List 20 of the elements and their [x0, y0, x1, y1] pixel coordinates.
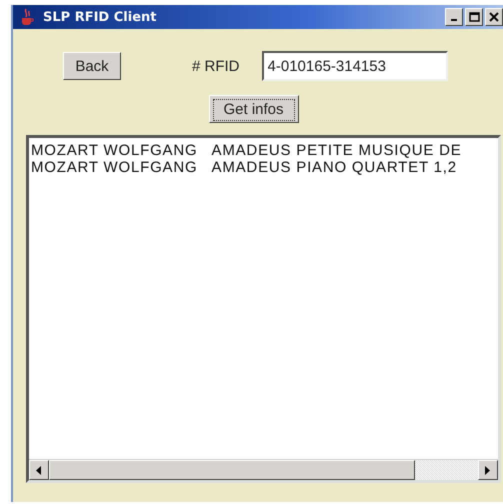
minimize-button[interactable] [445, 8, 463, 26]
rfid-field[interactable]: 4-010165-314153 [262, 51, 448, 81]
scroll-left-button[interactable] [29, 460, 49, 480]
maximize-icon [468, 12, 480, 22]
result-item[interactable]: MOZART WOLFGANG AMADEUS PIANO QUARTET 1,2 [31, 159, 498, 176]
coffee-cup-icon [19, 8, 35, 26]
left-arrow-icon [36, 466, 42, 474]
scroll-thumb[interactable] [49, 460, 415, 480]
back-button[interactable]: Back [63, 52, 121, 80]
right-arrow-icon [485, 466, 491, 474]
get-infos-button[interactable]: Get infos [208, 95, 298, 123]
result-item[interactable]: MOZART WOLFGANG AMADEUS PETITE MUSIQUE DE [31, 142, 498, 159]
rfid-label: # RFID [192, 58, 240, 74]
close-icon [489, 12, 499, 22]
scroll-right-button[interactable] [478, 460, 498, 480]
minimize-icon [451, 19, 457, 21]
horizontal-scrollbar[interactable] [29, 459, 498, 480]
maximize-button[interactable] [465, 8, 483, 26]
close-button[interactable] [485, 8, 503, 26]
window-title: SLP RFID Client [43, 10, 158, 24]
